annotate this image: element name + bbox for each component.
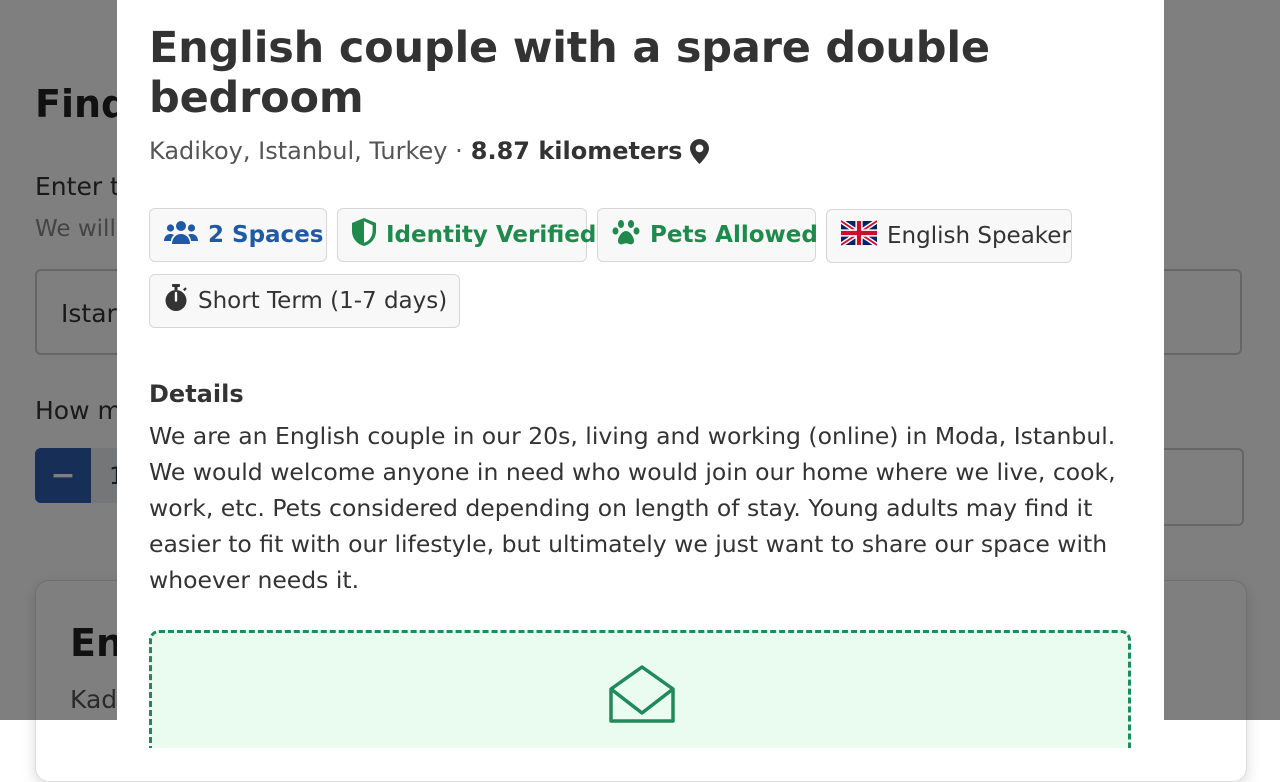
map-pin-icon	[690, 138, 710, 164]
badge-short-term: Short Term (1-7 days)	[149, 274, 460, 328]
uk-flag-icon	[839, 219, 879, 252]
distance-text: 8.87 kilometers	[470, 137, 683, 165]
badge-label: Identity Verified	[386, 222, 597, 248]
details-text: We are an English couple in our 20s, liv…	[149, 422, 1116, 594]
details-heading: Details	[149, 380, 244, 408]
listing-modal: English couple with a spare double bedro…	[117, 0, 1164, 748]
users-icon	[164, 220, 198, 250]
badge-english-speaker: English Speaker	[826, 209, 1072, 263]
listing-location: Kadikoy, Istanbul, Turkey · 8.87 kilomet…	[149, 137, 710, 165]
listing-title: English couple with a spare double bedro…	[149, 23, 990, 123]
location-text: Kadikoy, Istanbul, Turkey ·	[149, 137, 463, 165]
badge-label: Pets Allowed	[650, 222, 818, 248]
badge-pets-allowed: Pets Allowed	[597, 208, 818, 262]
stopwatch-icon	[164, 284, 188, 318]
badge-label: Short Term (1-7 days)	[198, 288, 448, 314]
shield-icon	[352, 218, 376, 252]
contact-box[interactable]	[149, 630, 1131, 748]
badge-label: 2 Spaces	[208, 222, 324, 248]
paw-icon	[612, 219, 640, 251]
badge-identity-verified: Identity Verified	[337, 208, 596, 262]
badge-label: English Speaker	[887, 223, 1071, 249]
badge-spaces: 2 Spaces	[149, 208, 327, 262]
envelope-open-icon	[607, 663, 677, 727]
